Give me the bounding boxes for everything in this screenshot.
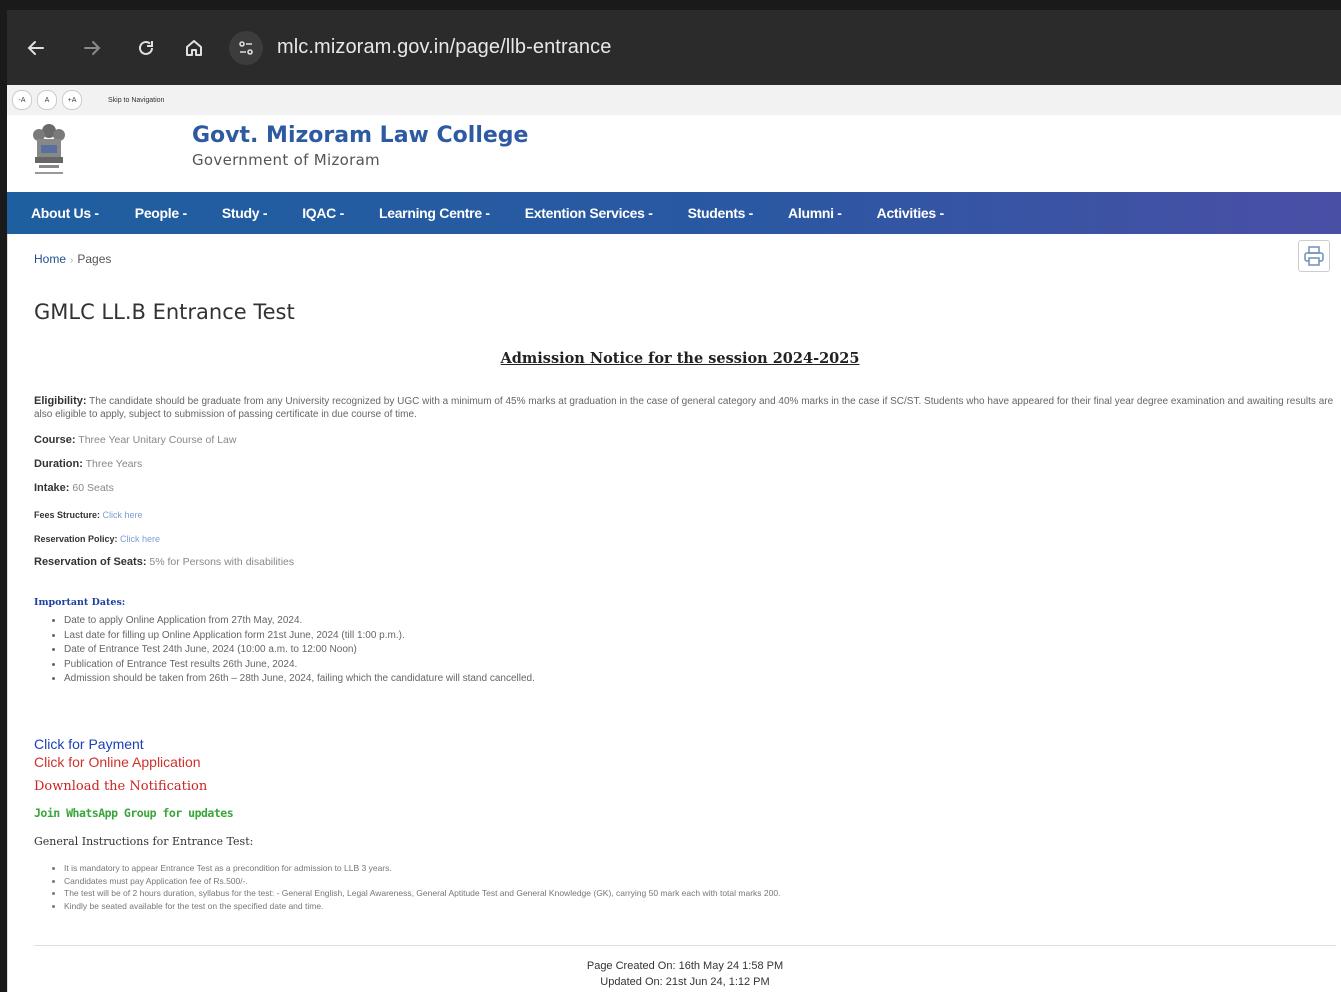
eligibility-label: Eligibility: (34, 395, 87, 407)
reservation-seats-row: Reservation of Seats: 5% for Persons wit… (34, 556, 294, 568)
duration-label: Duration: (34, 458, 83, 470)
reload-button[interactable] (131, 33, 161, 63)
menu-people[interactable]: People - (135, 205, 187, 221)
download-notification-link[interactable]: Download the Notification (34, 779, 207, 794)
home-button[interactable] (179, 33, 209, 63)
url-text[interactable]: mlc.mizoram.gov.in/page/llb-entrance (277, 36, 611, 59)
government-name: Government of Mizoram (192, 151, 380, 169)
menu-activities[interactable]: Activities - (877, 205, 945, 221)
list-item: Candidates must pay Application fee of R… (64, 875, 780, 888)
reservation-policy-row: Reservation Policy: Click here (34, 533, 160, 545)
menu-alumni[interactable]: Alumni - (788, 205, 842, 221)
important-dates-list: Date to apply Online Application from 27… (50, 614, 535, 687)
menu-iqac[interactable]: IQAC - (302, 205, 344, 221)
page-title: GMLC LL.B Entrance Test (34, 300, 295, 324)
reload-icon (139, 40, 153, 55)
fees-label: Fees Structure: (34, 510, 101, 520)
reservation-seats-label: Reservation of Seats: (34, 556, 147, 568)
menu-learning-centre[interactable]: Learning Centre - (379, 205, 490, 221)
menu-study[interactable]: Study - (222, 205, 268, 221)
menu-students[interactable]: Students - (688, 205, 754, 221)
menu-extention-services[interactable]: Extention Services - (525, 205, 653, 221)
payment-link[interactable]: Click for Payment (34, 736, 144, 752)
page-updated-date: Updated On: 21st Jun 24, 1:12 PM (600, 976, 770, 988)
skip-navigation-link[interactable]: Skip to Navigation (108, 97, 164, 104)
duration-row: Duration: Three Years (34, 458, 142, 470)
duration-value: Three Years (82, 458, 143, 470)
list-item: The test will be of 2 hours duration, sy… (64, 887, 780, 900)
print-button[interactable] (1298, 240, 1330, 272)
course-value: Three Year Unitary Course of Law (75, 434, 237, 446)
eligibility-paragraph: Eligibility: The candidate should be gra… (34, 395, 1339, 421)
reservation-policy-label: Reservation Policy: (34, 534, 118, 544)
menu-about-us[interactable]: About Us - (31, 205, 99, 221)
breadcrumb-home[interactable]: Home (34, 252, 66, 266)
online-application-link[interactable]: Click for Online Application (34, 754, 201, 770)
site-header: Govt. Mizoram Law College Government of … (7, 115, 1341, 192)
eligibility-text: The candidate should be graduate from an… (34, 396, 1334, 420)
list-item: Admission should be taken from 26th – 28… (64, 672, 535, 687)
instructions-heading: General Instructions for Entrance Test: (34, 835, 254, 848)
breadcrumb: Home › Pages (34, 252, 111, 266)
window-frame-left (0, 0, 7, 992)
course-label: Course: (34, 434, 76, 446)
list-item: Last date for filling up Online Applicat… (64, 629, 535, 644)
intake-label: Intake: (34, 482, 70, 494)
notice-title: Admission Notice for the session 2024-20… (500, 350, 860, 367)
tune-icon (239, 40, 253, 55)
address-bar[interactable]: mlc.mizoram.gov.in/page/llb-entrance (229, 28, 611, 68)
arrow-left-icon (27, 40, 44, 55)
main-navigation: About Us - People - Study - IQAC - Learn… (7, 192, 1341, 234)
footer-divider (34, 945, 1336, 946)
arrow-right-icon (84, 40, 101, 55)
window-frame-top (0, 0, 1341, 10)
fees-link[interactable]: Click here (100, 510, 143, 520)
reservation-seats-value: 5% for Persons with disabilities (146, 556, 295, 568)
font-normal-button[interactable]: A (37, 90, 57, 110)
back-button[interactable] (21, 33, 51, 63)
home-icon (186, 39, 202, 56)
page-created-date: Page Created On: 16th May 24 1:58 PM (586, 960, 784, 972)
list-item: Date to apply Online Application from 27… (64, 614, 535, 629)
printer-icon (1304, 246, 1324, 266)
font-increase-button[interactable]: +A (62, 90, 82, 110)
list-item: Publication of Entrance Test results 26t… (64, 658, 535, 673)
accessibility-bar: -A A +A Skip to Navigation (7, 85, 1341, 115)
breadcrumb-separator-icon: › (70, 255, 74, 266)
important-dates-heading: Important Dates: (34, 597, 126, 608)
course-row: Course: Three Year Unitary Course of Law (34, 434, 236, 446)
college-name[interactable]: Govt. Mizoram Law College (192, 123, 528, 148)
reservation-policy-link[interactable]: Click here (118, 534, 160, 544)
list-item: It is mandatory to appear Entrance Test … (64, 862, 780, 875)
intake-value: 60 Seats (69, 482, 114, 494)
site-info-button[interactable] (229, 30, 263, 65)
fees-row: Fees Structure: Click here (34, 509, 143, 521)
state-emblem-logo[interactable] (29, 119, 69, 181)
intake-row: Intake: 60 Seats (34, 482, 114, 494)
whatsapp-group-link[interactable]: Join WhatsApp Group for updates (34, 806, 234, 820)
breadcrumb-current: Pages (77, 252, 112, 266)
font-decrease-button[interactable]: -A (12, 90, 32, 110)
page-footer: Page Created On: 16th May 24 1:58 PM Upd… (8, 958, 1341, 990)
forward-button[interactable] (77, 33, 107, 63)
browser-toolbar: mlc.mizoram.gov.in/page/llb-entrance (7, 10, 1341, 85)
instructions-list: It is mandatory to appear Entrance Test … (50, 862, 780, 912)
list-item: Kindly be seated available for the test … (64, 900, 780, 913)
page-content: Home › Pages GMLC LL.B Entrance Test Admis… (7, 234, 1341, 992)
list-item: Date of Entrance Test 24th June, 2024 (1… (64, 643, 535, 658)
